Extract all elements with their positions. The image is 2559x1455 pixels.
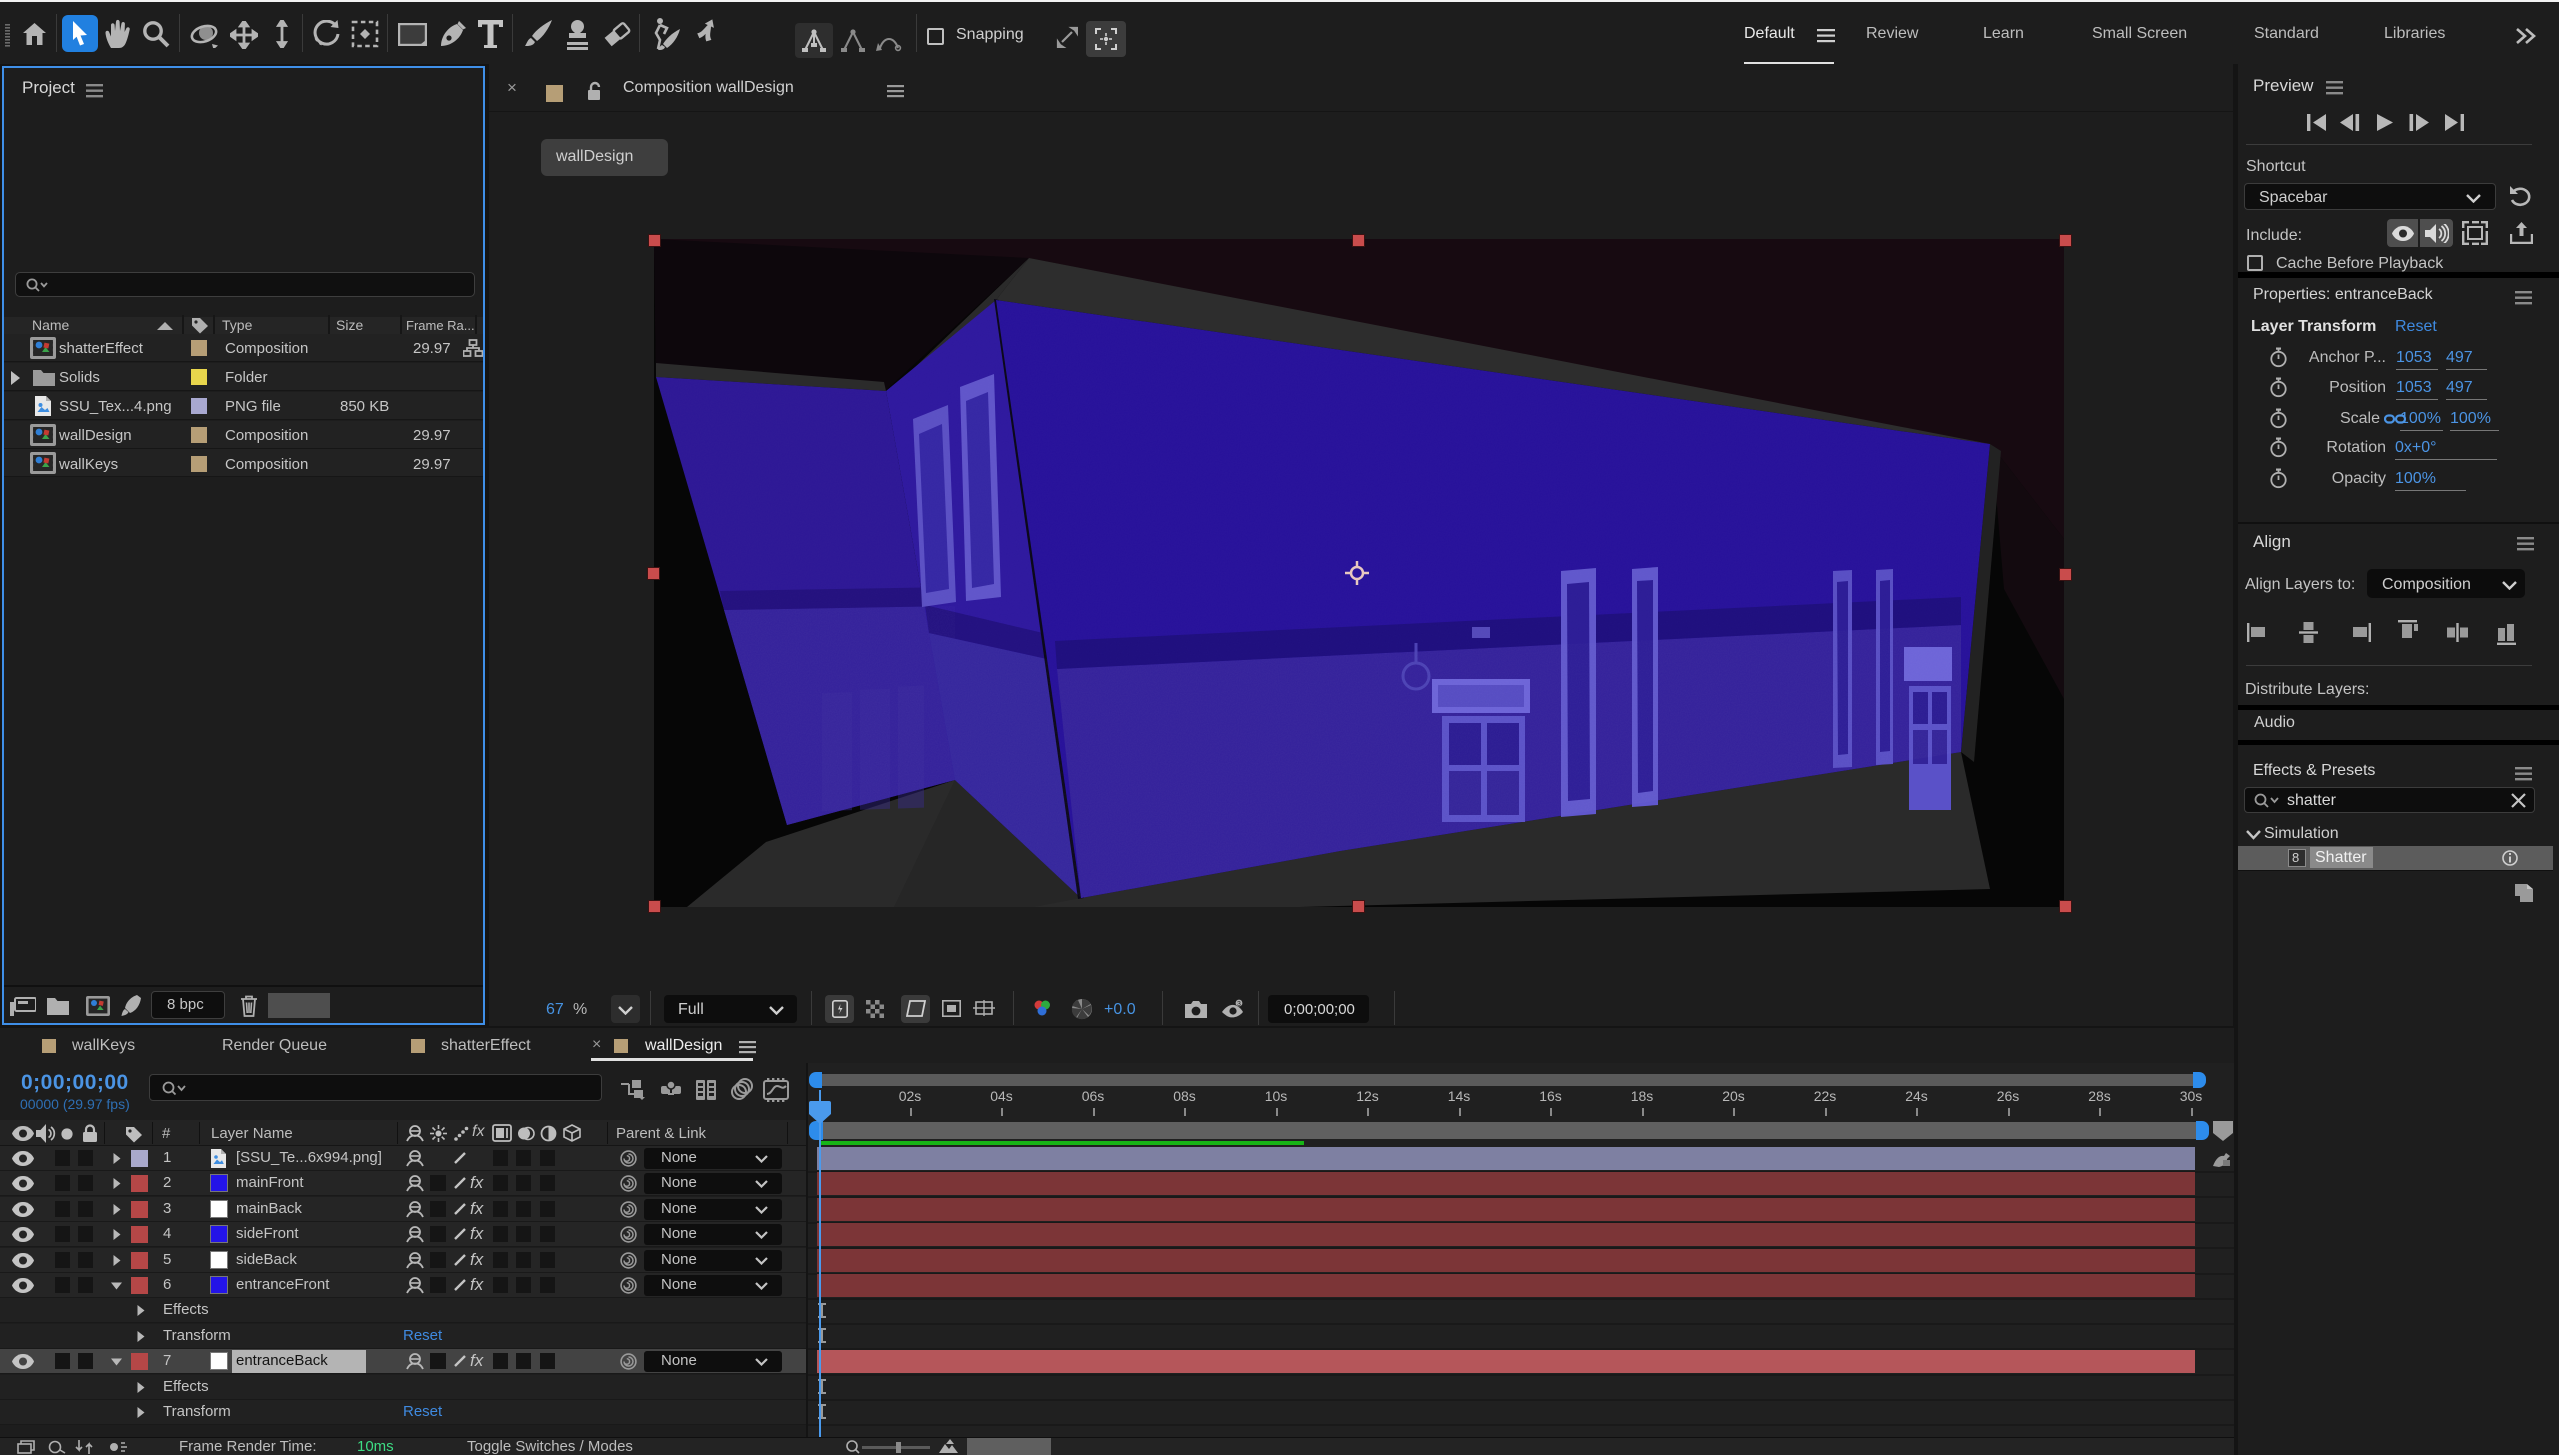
svg-text:3: 3 — [1237, 1001, 1241, 1008]
